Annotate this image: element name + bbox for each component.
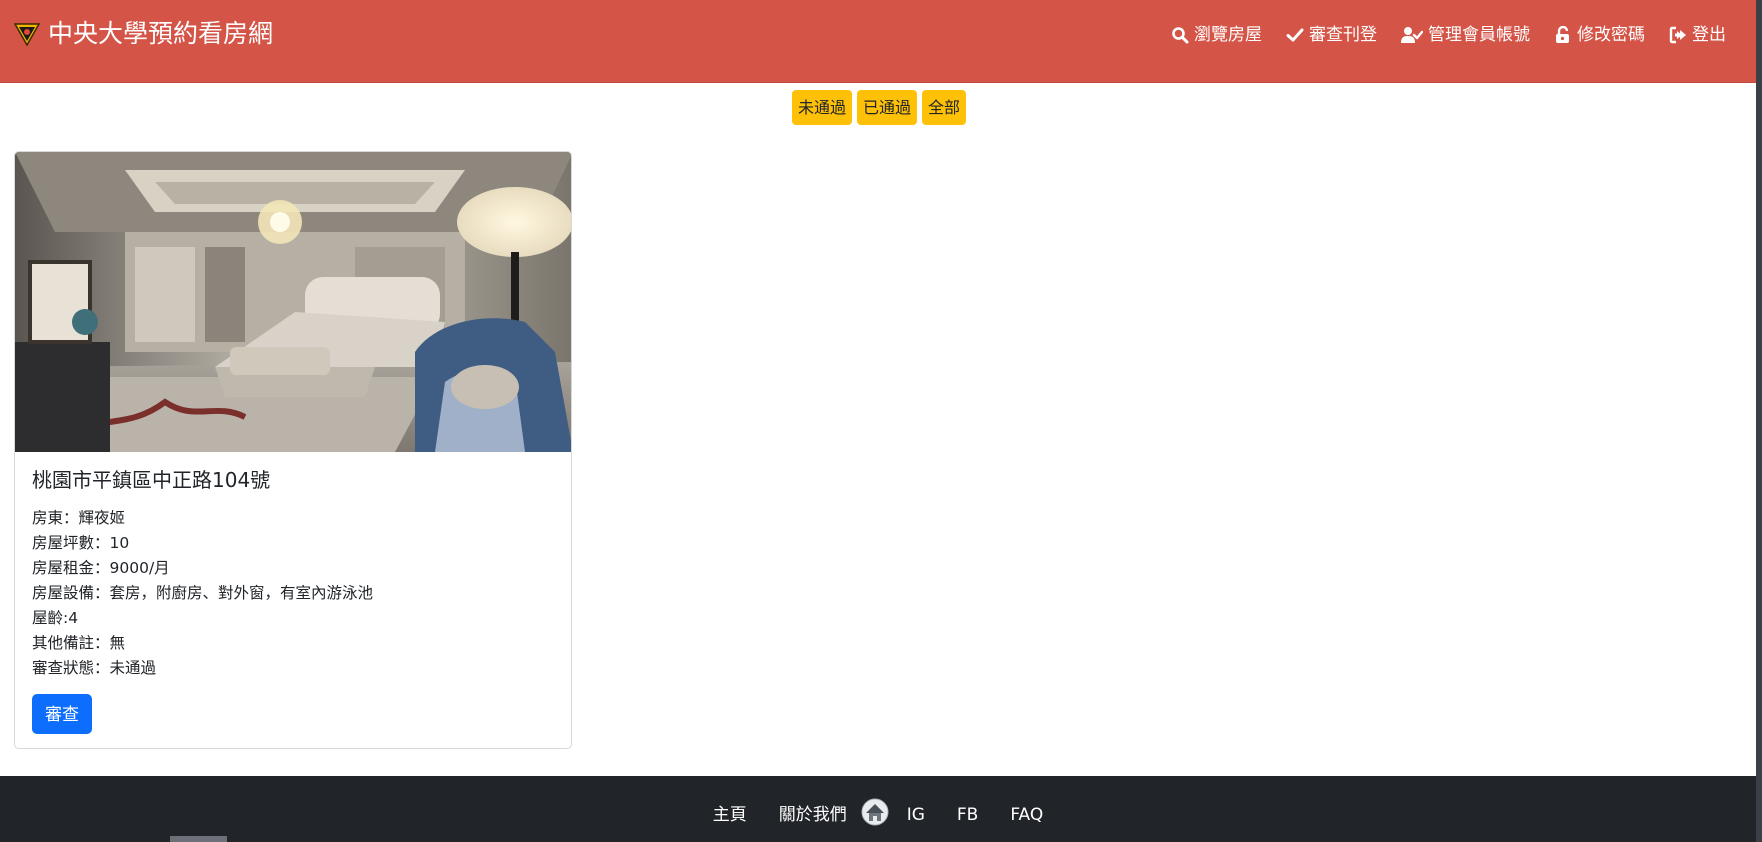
listing-details: 桃園市平鎮區中正路104號 房東：輝夜姬 房屋坪數：10 房屋租金：9000/月… [32,464,554,681]
footer-social-group: IG [861,798,925,828]
review-button[interactable]: 審查 [32,694,92,734]
check-icon [1286,28,1304,42]
nav-manage-members[interactable]: 管理會員帳號 [1401,22,1530,48]
nav-menu: 瀏覽房屋 審查刊登 管理會員帳號 修改密碼 登出 [1171,22,1726,48]
nav-logout[interactable]: 登出 [1669,22,1726,48]
filter-all-button[interactable]: 全部 [922,90,967,125]
house-photo[interactable] [15,152,572,452]
footer-about-link[interactable]: 關於我們 [779,802,847,828]
nav-label: 瀏覽房屋 [1194,25,1262,45]
search-icon [1172,27,1189,44]
listing-rent: 房屋租金：9000/月 [32,559,170,577]
nav-change-password[interactable]: 修改密碼 [1554,22,1645,48]
logout-icon [1669,26,1686,44]
footer-faq-link[interactable]: FAQ [1010,802,1043,828]
listing-notes: 其他備註：無 [32,634,126,652]
listing-area: 房屋坪數：10 [32,534,130,552]
listing-review-status: 審查狀態：未通過 [32,659,157,677]
user-check-icon [1401,27,1423,43]
listing-facilities: 房屋設備：套房，附廚房、對外窗，有室內游泳池 [32,584,374,602]
listing-age: 屋齡:4 [32,609,79,627]
nav-label: 修改密碼 [1577,25,1645,45]
status-filter-group: 未通過 已通過 全部 [792,90,967,125]
horizontal-scrollbar-thumb[interactable] [170,836,227,842]
filter-not-approved-button[interactable]: 未通過 [792,90,853,125]
unlock-icon [1556,26,1569,43]
listing-card: 桃園市平鎮區中正路104號 房東：輝夜姬 房屋坪數：10 房屋租金：9000/月… [14,151,572,749]
top-navbar: 中央大學預約看房網 瀏覽房屋 審查刊登 管理會員帳號 修改密碼 登出 [0,0,1762,83]
site-title: 中央大學預約看房網 [48,19,274,48]
nav-label: 登出 [1692,25,1726,45]
filter-approved-button[interactable]: 已通過 [857,90,918,125]
brand[interactable]: 中央大學預約看房網 [14,18,273,50]
footer-links: 主頁 關於我們 IG FB FAQ [0,798,1756,828]
nav-browse-houses[interactable]: 瀏覽房屋 [1171,22,1262,48]
university-logo-icon [14,23,40,47]
house-logo-icon[interactable] [861,798,889,826]
window-edge-scrollbar[interactable] [1756,0,1762,842]
footer-home-link[interactable]: 主頁 [713,802,747,828]
nav-label: 審查刊登 [1309,25,1377,45]
nav-label: 管理會員帳號 [1428,25,1530,45]
nav-review-listings[interactable]: 審查刊登 [1286,22,1377,48]
footer: 主頁 關於我們 IG FB FAQ [0,776,1756,842]
listing-address: 桃園市平鎮區中正路104號 [32,468,271,492]
footer-fb-link[interactable]: FB [957,802,978,828]
footer-ig-link[interactable]: IG [907,802,925,828]
listing-landlord: 房東：輝夜姬 [32,509,126,527]
